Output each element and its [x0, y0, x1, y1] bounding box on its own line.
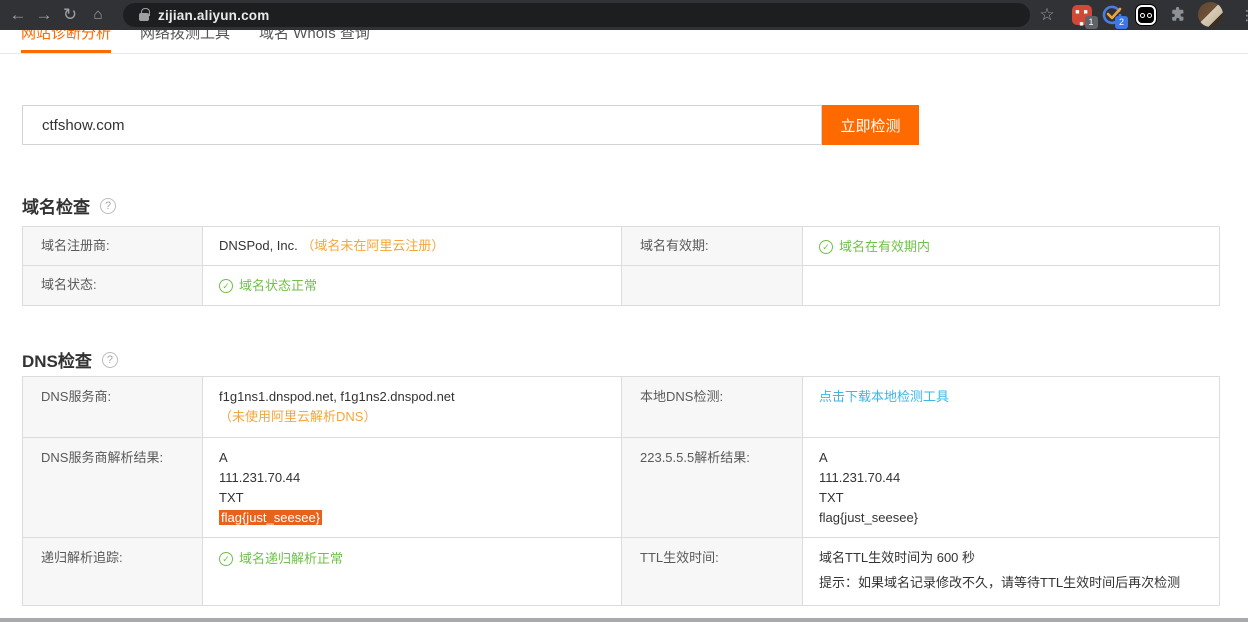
- reload-icon[interactable]: ↻: [58, 0, 82, 30]
- dns-check-table: DNS服务商: f1g1ns1.dnspod.net, f1g1ns2.dnsp…: [22, 376, 1220, 606]
- recursive-label: 递归解析追踪:: [23, 538, 203, 605]
- flag-highlighted-text: flag{just_seesee}: [219, 510, 323, 525]
- validity-status-text: 域名在有效期内: [839, 239, 931, 254]
- dns-check-title: DNS检查 ?: [22, 347, 118, 372]
- record-line: A: [819, 450, 828, 465]
- provider-result-label: DNS服务商解析结果:: [23, 438, 203, 538]
- domain-check-title: 域名检查 ?: [22, 193, 116, 218]
- browser-menu-icon[interactable]: ⋮: [1240, 0, 1248, 30]
- recursive-value: ✓ 域名递归解析正常: [203, 538, 622, 605]
- forward-icon[interactable]: →: [32, 0, 56, 30]
- window-bottom-edge: [0, 618, 1248, 622]
- back-icon[interactable]: ←: [6, 0, 30, 30]
- local-dns-value: 点击下载本地检测工具: [803, 377, 1219, 438]
- record-line: 111.231.70.44: [819, 470, 901, 485]
- extension-checker-icon[interactable]: 2: [1102, 5, 1128, 29]
- registrar-label: 域名注册商:: [23, 227, 203, 266]
- url-text: zijian.aliyun.com: [158, 7, 270, 23]
- domain-status-label: 域名状态:: [23, 266, 203, 305]
- download-local-tool-link[interactable]: 点击下载本地检测工具: [819, 389, 949, 404]
- validity-value: ✓ 域名在有效期内: [803, 227, 1219, 266]
- bookmark-star-icon[interactable]: ☆: [1036, 0, 1058, 30]
- dns-provider-label: DNS服务商:: [23, 377, 203, 438]
- domain-check-table: 域名注册商: DNSPod, Inc. （域名未在阿里云注册） 域名有效期: ✓…: [22, 226, 1220, 306]
- check-circle-icon: ✓: [219, 552, 233, 566]
- dns-provider-value: f1g1ns1.dnspod.net, f1g1ns2.dnspod.net （…: [203, 377, 622, 438]
- detect-now-button[interactable]: 立即检测: [822, 105, 919, 145]
- registrar-value: DNSPod, Inc. （域名未在阿里云注册）: [203, 227, 622, 266]
- check-circle-icon: ✓: [819, 240, 833, 254]
- validity-label: 域名有效期:: [622, 227, 803, 266]
- extension-checker-badge: 2: [1115, 16, 1128, 29]
- domain-check-title-text: 域名检查: [22, 198, 90, 217]
- ttl-hint-text: 提示：如果域名记录修改不久，请等待TTL生效时间后再次检测: [819, 575, 1181, 590]
- registrar-name: DNSPod, Inc.: [219, 238, 298, 253]
- browser-window: 网站诊断分析 网络拨测工具 域名 WhoIs 查询 ← → ↻ ⌂ zijian…: [0, 0, 1248, 622]
- public-result-label: 223.5.5.5解析结果:: [622, 438, 803, 538]
- empty-label-cell: [622, 266, 803, 305]
- recursive-status-text: 域名递归解析正常: [239, 551, 344, 566]
- extension-red-icon[interactable]: ■ ■ ■ 1: [1072, 5, 1098, 29]
- record-line: TXT: [219, 490, 244, 505]
- empty-value-cell: [803, 266, 1219, 305]
- dns-provider-servers: f1g1ns1.dnspod.net, f1g1ns2.dnspod.net: [219, 389, 455, 404]
- help-icon[interactable]: ?: [101, 351, 118, 368]
- record-line: 111.231.70.44: [219, 470, 301, 485]
- ttl-time-text: 域名TTL生效时间为 600 秒: [819, 550, 976, 565]
- record-line: A: [219, 450, 228, 465]
- ttl-value: 域名TTL生效时间为 600 秒 提示：如果域名记录修改不久，请等待TTL生效时…: [803, 538, 1219, 605]
- check-circle-icon: ✓: [219, 279, 233, 293]
- domain-status-value: ✓ 域名状态正常: [203, 266, 622, 305]
- extension-red-badge: 1: [1085, 16, 1098, 29]
- record-line: flag{just_seesee}: [819, 510, 919, 525]
- profile-avatar[interactable]: [1198, 2, 1223, 27]
- help-icon[interactable]: ?: [100, 197, 116, 214]
- public-result-value: A 111.231.70.44 TXT flag{just_seesee}: [803, 438, 1219, 538]
- registrar-warning: （域名未在阿里云注册）: [301, 238, 445, 253]
- ttl-label: TTL生效时间:: [622, 538, 803, 605]
- lock-icon: [139, 7, 150, 21]
- extension-robot-icon[interactable]: [1136, 5, 1156, 25]
- record-line: TXT: [819, 490, 844, 505]
- provider-result-value: A 111.231.70.44 TXT flag{just_seesee}: [203, 438, 622, 538]
- domain-input[interactable]: [22, 105, 822, 145]
- domain-status-text: 域名状态正常: [239, 278, 318, 293]
- dns-provider-warning: （未使用阿里云解析DNS）: [219, 409, 377, 424]
- home-icon[interactable]: ⌂: [86, 0, 110, 30]
- dns-check-title-text: DNS检查: [22, 352, 92, 371]
- browser-chrome: ← → ↻ ⌂ zijian.aliyun.com ☆ ■ ■ ■ 1 2 ⋮: [0, 0, 1248, 30]
- local-dns-label: 本地DNS检测:: [622, 377, 803, 438]
- extensions-puzzle-icon[interactable]: [1170, 7, 1186, 23]
- address-bar[interactable]: zijian.aliyun.com: [123, 3, 1030, 27]
